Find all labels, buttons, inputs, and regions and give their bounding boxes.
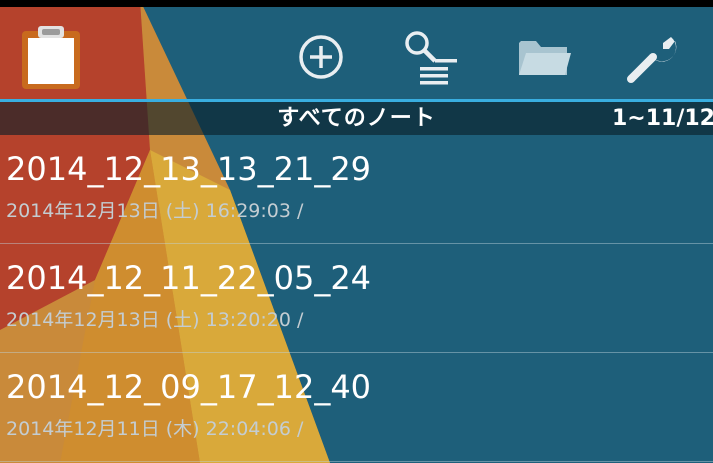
note-meta: 2014年12月11日 (木) 22:04:06 / bbox=[6, 418, 304, 440]
folder-icon bbox=[517, 35, 571, 79]
note-title: 2014_12_11_22_05_24 bbox=[6, 259, 372, 297]
add-note-button[interactable] bbox=[293, 29, 349, 85]
settings-button[interactable] bbox=[626, 29, 682, 85]
note-meta: 2014年12月13日 (土) 16:29:03 / bbox=[6, 200, 304, 222]
plus-circle-icon bbox=[297, 33, 345, 81]
status-bar bbox=[0, 0, 713, 7]
search-list-icon bbox=[402, 29, 460, 85]
search-button[interactable] bbox=[403, 29, 459, 85]
note-list-item[interactable]: 2014_12_09_17_12_40 2014年12月11日 (木) 22:0… bbox=[0, 353, 713, 462]
notebook-subbar: すべてのノート 1~11/12 bbox=[0, 102, 713, 135]
note-title: 2014_12_09_17_12_40 bbox=[6, 368, 372, 406]
note-meta: 2014年12月13日 (土) 13:20:20 / bbox=[6, 309, 304, 331]
note-list-item[interactable]: 2014_12_13_13_21_29 2014年12月13日 (土) 16:2… bbox=[0, 135, 713, 244]
note-list: 2014_12_13_13_21_29 2014年12月13日 (土) 16:2… bbox=[0, 135, 713, 462]
note-title: 2014_12_13_13_21_29 bbox=[6, 150, 372, 188]
note-list-item[interactable]: 2014_12_11_22_05_24 2014年12月13日 (土) 13:2… bbox=[0, 244, 713, 353]
note-count: 1~11/12 bbox=[611, 106, 713, 131]
notebook-title: すべてのノート bbox=[277, 106, 436, 131]
folder-button[interactable] bbox=[516, 29, 572, 85]
wrench-icon bbox=[625, 31, 683, 83]
action-bar bbox=[0, 7, 713, 99]
clipboard-icon[interactable] bbox=[20, 25, 82, 91]
